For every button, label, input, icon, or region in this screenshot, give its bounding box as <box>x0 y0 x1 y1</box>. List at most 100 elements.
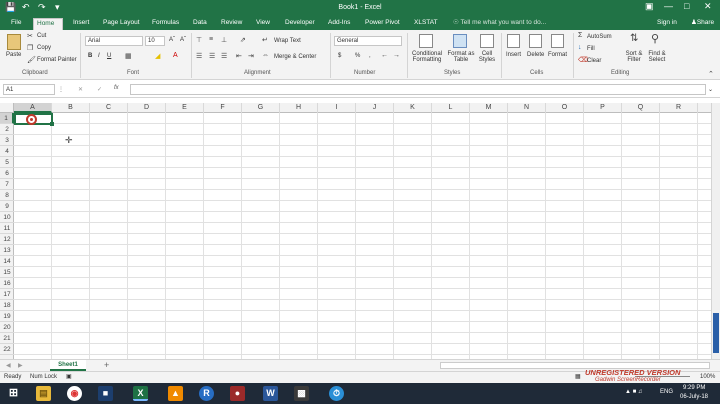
fill-color-icon[interactable]: ◢ <box>155 52 160 60</box>
maximize-icon[interactable]: □ <box>684 1 689 11</box>
enter-icon[interactable]: ✓ <box>97 86 102 93</box>
collapse-ribbon-icon[interactable]: ⌃ <box>708 70 714 78</box>
virtualbox-icon[interactable]: ■ <box>98 386 113 401</box>
language-indicator[interactable]: ENG <box>660 389 673 395</box>
align-center-icon[interactable]: ☰ <box>209 52 215 60</box>
bold-button[interactable]: B <box>88 53 92 59</box>
column-header[interactable]: N <box>508 103 546 113</box>
row-header[interactable]: 3 <box>0 135 14 146</box>
decrease-decimal-icon[interactable]: → <box>393 52 400 59</box>
cut-button[interactable]: Cut <box>37 33 46 39</box>
top-align-icon[interactable]: ⊤ <box>196 36 202 44</box>
row-header[interactable]: 10 <box>0 212 14 223</box>
row-header[interactable]: 12 <box>0 234 14 245</box>
row-header[interactable]: 11 <box>0 223 14 234</box>
column-header[interactable]: K <box>394 103 432 113</box>
row-header[interactable]: 13 <box>0 245 14 256</box>
column-header[interactable]: P <box>584 103 622 113</box>
file-explorer-icon[interactable]: ▤ <box>36 386 51 401</box>
insert-function-button[interactable]: fx <box>114 85 119 91</box>
cell-grid[interactable] <box>14 113 711 359</box>
close-icon[interactable]: ✕ <box>704 1 712 12</box>
format-painter-button[interactable]: Format Painter <box>37 57 77 63</box>
paste-icon[interactable] <box>7 34 21 50</box>
column-header[interactable]: R <box>660 103 698 113</box>
select-all-button[interactable] <box>0 103 14 113</box>
excel-taskbar-icon[interactable]: X <box>133 386 148 401</box>
screen-recorder-icon[interactable]: ⏱ <box>329 386 344 401</box>
tab-insert[interactable]: Insert <box>70 18 92 30</box>
row-header[interactable]: 7 <box>0 179 14 190</box>
middle-align-icon[interactable]: ≡ <box>209 36 213 43</box>
row-header[interactable]: 6 <box>0 168 14 179</box>
column-header[interactable]: J <box>356 103 394 113</box>
number-format-select[interactable]: General <box>334 36 402 46</box>
vertical-scrollbar[interactable] <box>711 103 720 359</box>
column-header[interactable]: I <box>318 103 356 113</box>
cell-styles-button[interactable]: Cell Styles <box>476 51 498 63</box>
row-header[interactable]: 20 <box>0 322 14 333</box>
word-icon[interactable]: W <box>263 386 278 401</box>
copy-button[interactable]: Copy <box>37 45 51 51</box>
sign-in-link[interactable]: Sign in <box>654 18 680 30</box>
tell-me-box[interactable]: ☉ Tell me what you want to do... <box>450 18 549 30</box>
chrome-icon[interactable]: ◉ <box>67 386 82 401</box>
decrease-indent-icon[interactable]: ⇤ <box>236 52 242 60</box>
align-right-icon[interactable]: ☰ <box>221 52 227 60</box>
row-header[interactable]: 4 <box>0 146 14 157</box>
font-size-select[interactable]: 10 <box>145 36 165 46</box>
column-header[interactable]: C <box>90 103 128 113</box>
tab-add-ins[interactable]: Add-Ins <box>325 18 353 30</box>
tab-view[interactable]: View <box>253 18 273 30</box>
macro-record-icon[interactable]: ▣ <box>66 373 72 380</box>
font-color-icon[interactable]: A <box>173 52 178 59</box>
font-name-select[interactable]: Arial <box>85 36 143 46</box>
scroll-thumb[interactable] <box>713 313 719 353</box>
merge-center-button[interactable]: Merge & Center <box>274 54 316 60</box>
increase-indent-icon[interactable]: ⇥ <box>248 52 254 60</box>
minimize-icon[interactable]: — <box>664 1 673 11</box>
ribbon-display-icon[interactable]: ▣ <box>645 1 654 12</box>
scroll-right-icon[interactable]: ▶ <box>18 362 23 369</box>
currency-button[interactable]: $ <box>338 53 341 59</box>
expand-formula-icon[interactable]: ⌄ <box>708 86 713 93</box>
row-header[interactable]: 16 <box>0 278 14 289</box>
row-header[interactable]: 2 <box>0 124 14 135</box>
clear-button[interactable]: Clear <box>587 58 601 64</box>
column-header[interactable]: E <box>166 103 204 113</box>
find-select-button[interactable]: Find & Select <box>646 51 668 63</box>
column-header[interactable]: F <box>204 103 242 113</box>
increase-decimal-icon[interactable]: ← <box>381 52 388 59</box>
conditional-formatting-button[interactable]: Conditional Formatting <box>410 51 444 63</box>
tab-power-pivot[interactable]: Power Pivot <box>362 18 403 30</box>
row-header[interactable]: 21 <box>0 333 14 344</box>
tab-developer[interactable]: Developer <box>282 18 318 30</box>
row-header[interactable]: 18 <box>0 300 14 311</box>
column-header[interactable]: H <box>280 103 318 113</box>
row-header[interactable]: 1 <box>0 113 14 124</box>
column-header[interactable]: D <box>128 103 166 113</box>
wrap-text-button[interactable]: Wrap Text <box>274 38 301 44</box>
scroll-left-icon[interactable]: ◀ <box>6 362 11 369</box>
share-button[interactable]: ♟Share <box>688 18 717 30</box>
grow-font-icon[interactable]: Aˆ <box>169 37 175 43</box>
column-header[interactable]: B <box>52 103 90 113</box>
fill-button[interactable]: Fill <box>587 46 595 52</box>
column-header[interactable]: O <box>546 103 584 113</box>
autosum-button[interactable]: AutoSum <box>587 34 612 40</box>
row-header[interactable]: 9 <box>0 201 14 212</box>
format-as-table-button[interactable]: Format as Table <box>447 51 475 63</box>
orientation-icon[interactable]: ⇗ <box>240 36 246 44</box>
shrink-font-icon[interactable]: Aˇ <box>180 37 186 43</box>
cancel-icon[interactable]: ✕ <box>78 86 83 93</box>
row-header[interactable]: 19 <box>0 311 14 322</box>
tray-icons[interactable]: ▲ ■ ♫ <box>625 389 642 395</box>
row-header[interactable]: 8 <box>0 190 14 201</box>
tab-xlstat[interactable]: XLSTAT <box>411 18 441 30</box>
formula-input[interactable] <box>130 84 706 95</box>
sheet-tab-sheet1[interactable]: Sheet1 <box>50 360 86 371</box>
tab-file[interactable]: File <box>8 18 24 30</box>
tab-review[interactable]: Review <box>218 18 245 30</box>
column-header[interactable]: A <box>14 103 52 113</box>
zoom-level[interactable]: 100% <box>700 374 715 380</box>
